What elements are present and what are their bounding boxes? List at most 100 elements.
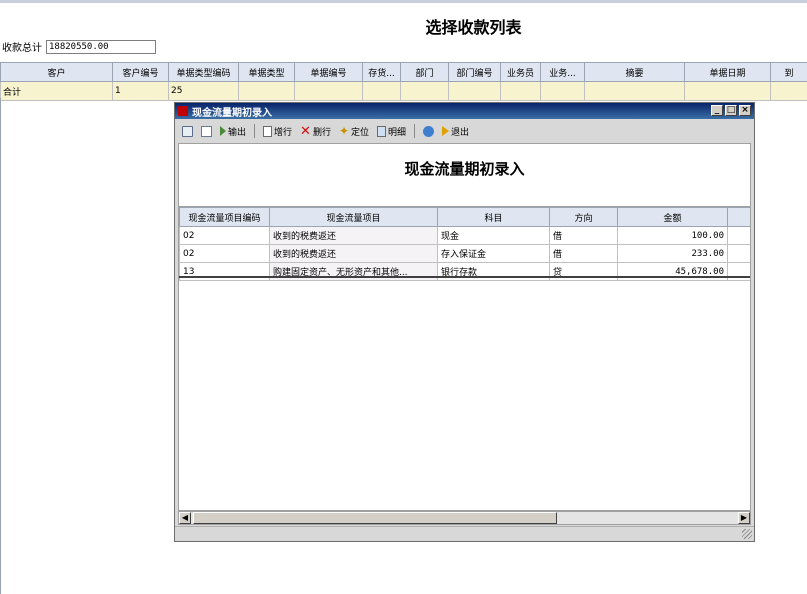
dialog-toolbar: 输出 增行 ✕ 删行 ✦ 定位 明细 退出 bbox=[175, 120, 754, 142]
close-button[interactable]: × bbox=[739, 105, 751, 116]
total-summary-row[interactable]: 合计 1 25 bbox=[0, 81, 807, 101]
cash-flow-grid: 现金流量项目编码 现金流量项目 科目 方向 金额 02 收到的税费返还 现金 借… bbox=[179, 207, 750, 281]
direction-cell[interactable]: 借 bbox=[549, 226, 618, 245]
scroll-thumb[interactable] bbox=[193, 512, 557, 524]
col-header[interactable]: 业务... bbox=[540, 62, 585, 82]
item-cell[interactable]: 收到的税费返还 bbox=[269, 226, 438, 245]
page-title: 选择收款列表 bbox=[425, 18, 522, 37]
grid-cell[interactable] bbox=[400, 81, 449, 101]
col-header-empty bbox=[727, 207, 750, 227]
col-header[interactable]: 存货... bbox=[362, 62, 401, 82]
scroll-left-button[interactable]: ◀ bbox=[179, 512, 191, 524]
output-label: 输出 bbox=[228, 127, 247, 138]
grid-cell[interactable]: 25 bbox=[168, 81, 239, 101]
add-row-icon bbox=[263, 125, 273, 137]
grid-cell[interactable] bbox=[294, 81, 363, 101]
grid-cell[interactable] bbox=[770, 81, 807, 101]
resize-grip-icon[interactable] bbox=[742, 529, 752, 539]
maximize-button[interactable]: □ bbox=[725, 105, 737, 116]
grid-left-border bbox=[0, 98, 1, 594]
add-row-button[interactable]: 增行 bbox=[260, 125, 295, 138]
dialog-title: 现金流量期初录入 bbox=[192, 107, 272, 119]
amount-cell[interactable]: 233.00 bbox=[617, 244, 728, 263]
scroll-right-button[interactable]: ▶ bbox=[738, 512, 750, 524]
preview-button[interactable] bbox=[198, 125, 215, 137]
grid-cell[interactable] bbox=[362, 81, 401, 101]
cash-flow-grid-header: 现金流量项目编码 现金流量项目 科目 方向 金额 bbox=[179, 207, 750, 227]
detail-label: 明细 bbox=[388, 127, 407, 138]
direction-cell[interactable]: 借 bbox=[549, 244, 618, 263]
output-icon bbox=[220, 126, 226, 136]
total-row: 收款总计 18820550.00 bbox=[2, 39, 156, 54]
add-row-label: 增行 bbox=[274, 127, 293, 138]
col-header[interactable]: 摘要 bbox=[584, 62, 685, 82]
locate-label: 定位 bbox=[351, 127, 370, 138]
toolbar-separator bbox=[254, 124, 256, 138]
delete-icon: ✕ bbox=[300, 123, 311, 139]
help-button[interactable] bbox=[420, 125, 437, 137]
col-header[interactable]: 部门 bbox=[400, 62, 449, 82]
col-header[interactable]: 部门编号 bbox=[448, 62, 501, 82]
total-value-field[interactable]: 18820550.00 bbox=[46, 39, 156, 54]
col-header[interactable]: 单据日期 bbox=[684, 62, 771, 82]
report-header: 现金流量期初录入 bbox=[178, 143, 751, 207]
col-header[interactable]: 金额 bbox=[617, 207, 728, 227]
total-label: 收款总计 bbox=[2, 43, 42, 54]
col-header[interactable]: 方向 bbox=[549, 207, 618, 227]
print-icon bbox=[182, 125, 193, 137]
dialog-status-bar bbox=[175, 526, 754, 541]
col-header[interactable]: 单据类型 bbox=[238, 62, 295, 82]
empty-cell bbox=[727, 244, 750, 263]
account-cell[interactable]: 存入保证金 bbox=[437, 244, 550, 263]
grid-cell[interactable] bbox=[540, 81, 585, 101]
dialog-title-bar[interactable]: 现金流量期初录入 _ □ × bbox=[175, 103, 754, 119]
empty-cell bbox=[727, 226, 750, 245]
detail-button[interactable]: 明细 bbox=[374, 125, 409, 138]
col-header[interactable]: 业务员 bbox=[500, 62, 541, 82]
app-icon bbox=[178, 106, 188, 116]
help-icon bbox=[423, 125, 435, 137]
locate-icon: ✦ bbox=[338, 123, 350, 138]
preview-icon bbox=[201, 125, 212, 137]
exit-label: 退出 bbox=[451, 127, 470, 138]
horizontal-scrollbar[interactable]: ◀ ▶ bbox=[178, 511, 751, 525]
grid-cell[interactable] bbox=[238, 81, 295, 101]
grid-cell[interactable] bbox=[500, 81, 541, 101]
grid-cell[interactable]: 合计 bbox=[0, 81, 113, 101]
report-title: 现金流量期初录入 bbox=[404, 160, 525, 178]
table-row[interactable]: 02 收到的税费返还 现金 借 100.00 bbox=[179, 226, 750, 245]
delete-row-label: 删行 bbox=[312, 127, 331, 138]
code-cell[interactable]: 02 bbox=[179, 226, 270, 245]
exit-button[interactable]: 退出 bbox=[439, 125, 472, 138]
output-button[interactable]: 输出 bbox=[217, 125, 249, 138]
window-buttons: _ □ × bbox=[711, 105, 751, 116]
toolbar-separator bbox=[414, 124, 416, 138]
col-header[interactable]: 单据类型编码 bbox=[168, 62, 239, 82]
print-button[interactable] bbox=[179, 125, 196, 137]
grid-cell[interactable] bbox=[448, 81, 501, 101]
col-header[interactable]: 客户 bbox=[0, 62, 113, 82]
delete-row-button[interactable]: ✕ 删行 bbox=[297, 125, 334, 138]
main-grid-header: 客户 客户编号 单据类型编码 单据类型 单据编号 存货... 部门 部门编号 业… bbox=[0, 62, 807, 82]
col-header[interactable]: 现金流量项目 bbox=[269, 207, 438, 227]
grid-cell[interactable] bbox=[584, 81, 685, 101]
detail-icon bbox=[377, 125, 387, 137]
table-row[interactable]: 02 收到的税费返还 存入保证金 借 233.00 bbox=[179, 244, 750, 263]
col-header[interactable]: 现金流量项目编码 bbox=[179, 207, 270, 227]
locate-button[interactable]: ✦ 定位 bbox=[336, 125, 372, 138]
exit-icon bbox=[442, 126, 450, 136]
code-cell[interactable]: 02 bbox=[179, 244, 270, 263]
item-cell[interactable]: 收到的税费返还 bbox=[269, 244, 438, 263]
top-border bbox=[0, 0, 807, 3]
account-cell[interactable]: 现金 bbox=[437, 226, 550, 245]
col-header[interactable]: 科目 bbox=[437, 207, 550, 227]
amount-cell[interactable]: 100.00 bbox=[617, 226, 728, 245]
col-header[interactable]: 客户编号 bbox=[112, 62, 169, 82]
col-header[interactable]: 到 bbox=[770, 62, 807, 82]
grid-cell[interactable] bbox=[684, 81, 771, 101]
minimize-button[interactable]: _ bbox=[711, 105, 723, 116]
grid-cell[interactable]: 1 bbox=[112, 81, 169, 101]
receipt-list-grid: 客户 客户编号 单据类型编码 单据类型 单据编号 存货... 部门 部门编号 业… bbox=[0, 62, 807, 101]
col-header[interactable]: 单据编号 bbox=[294, 62, 363, 82]
cash-flow-grid-area: 现金流量项目编码 现金流量项目 科目 方向 金额 02 收到的税费返还 现金 借… bbox=[178, 207, 751, 511]
